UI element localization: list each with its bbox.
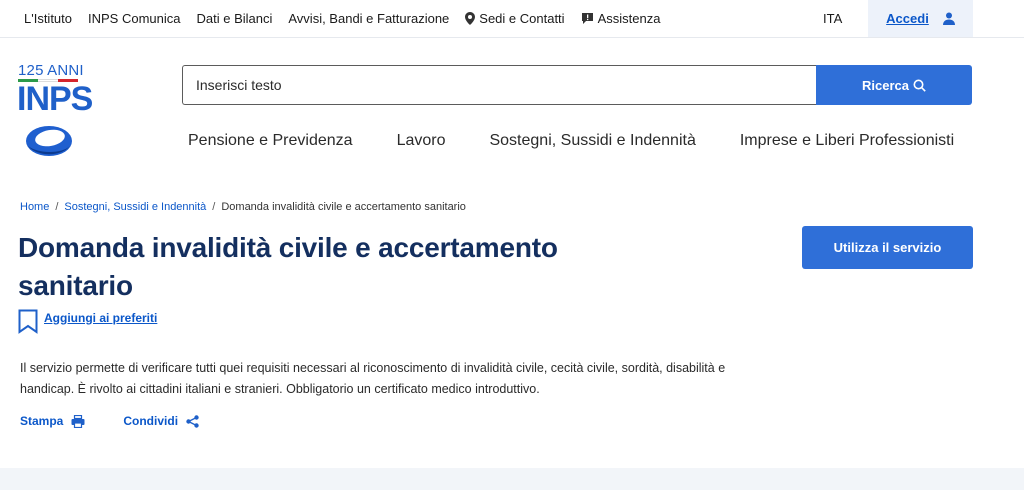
- print-label: Stampa: [20, 414, 64, 428]
- utility-links: L'Istituto INPS Comunica Dati e Bilanci …: [24, 0, 660, 37]
- breadcrumb-separator: /: [212, 201, 216, 213]
- site-search: Inserisci testo Ricerca: [182, 65, 972, 105]
- logo-brand: INPS: [17, 80, 93, 118]
- nav-item-sostegni[interactable]: Sostegni, Sussidi e Indennità: [489, 132, 695, 154]
- logo-ring-icon: [26, 126, 72, 156]
- use-service-label: Utilizza il servizio: [833, 240, 942, 255]
- chat-icon: [581, 13, 593, 24]
- page-actions: Stampa Condividi: [20, 414, 199, 428]
- language-label: ITA: [823, 11, 843, 26]
- utility-link-label: Dati e Bilanci: [196, 11, 273, 26]
- breadcrumb-sostegni[interactable]: Sostegni, Sussidi e Indennità: [64, 201, 206, 213]
- search-placeholder: Inserisci testo: [196, 77, 282, 93]
- share-label: Condividi: [123, 414, 179, 428]
- use-service-button[interactable]: Utilizza il servizio: [802, 226, 973, 269]
- nav-item-lavoro[interactable]: Lavoro: [397, 132, 446, 154]
- nav-item-imprese[interactable]: Imprese e Liberi Professionisti: [740, 132, 954, 154]
- service-description: Il servizio permette di verificare tutti…: [20, 361, 726, 396]
- share-button[interactable]: Condividi: [123, 414, 199, 428]
- utility-link-avvisi[interactable]: Avvisi, Bandi e Fatturazione: [288, 11, 449, 26]
- top-utility-bar: L'Istituto INPS Comunica Dati e Bilanci …: [0, 0, 1024, 38]
- map-pin-icon: [465, 12, 476, 25]
- breadcrumb-home[interactable]: Home: [20, 201, 49, 213]
- utility-link-sedi-contatti[interactable]: Sedi e Contatti: [465, 11, 565, 26]
- nav-item-pensione[interactable]: Pensione e Previdenza: [188, 132, 353, 154]
- inps-logo[interactable]: 125 ANNI INPS: [17, 62, 93, 158]
- user-icon: [942, 12, 955, 25]
- search-button-label: Ricerca: [862, 77, 909, 93]
- main-navigation: Pensione e Previdenza Lavoro Sostegni, S…: [188, 132, 954, 154]
- bookmark-icon: [18, 309, 38, 334]
- share-icon: [186, 414, 199, 428]
- login-label: Accedi: [886, 11, 929, 26]
- add-favorite-label: Aggiungi ai preferiti: [44, 310, 158, 325]
- utility-link-label: Assistenza: [597, 11, 661, 26]
- print-icon: [71, 414, 85, 428]
- breadcrumb-separator: /: [55, 201, 59, 213]
- login-button[interactable]: Accedi: [868, 0, 973, 37]
- utility-link-label: Sedi e Contatti: [479, 11, 565, 26]
- section-band: [0, 468, 1024, 490]
- search-input[interactable]: Inserisci testo: [182, 65, 816, 105]
- utility-link-istituto[interactable]: L'Istituto: [24, 11, 72, 26]
- search-button[interactable]: Ricerca: [816, 65, 972, 105]
- utility-link-label: Avvisi, Bandi e Fatturazione: [288, 11, 450, 26]
- utility-link-label: L'Istituto: [24, 11, 73, 26]
- utility-link-assistenza[interactable]: Assistenza: [581, 11, 661, 26]
- print-button[interactable]: Stampa: [20, 414, 85, 428]
- add-favorite-link[interactable]: Aggiungi ai preferiti: [18, 309, 157, 334]
- breadcrumb-current: Domanda invalidità civile e accertamento…: [221, 201, 466, 213]
- utility-link-dati-bilanci[interactable]: Dati e Bilanci: [197, 11, 273, 26]
- search-icon: [913, 79, 926, 92]
- page-title: Domanda invalidità civile e accertamento…: [18, 232, 558, 301]
- utility-link-inps-comunica[interactable]: INPS Comunica: [88, 11, 180, 26]
- language-selector[interactable]: ITA: [823, 0, 842, 37]
- utility-link-label: INPS Comunica: [88, 11, 181, 26]
- breadcrumb: Home / Sostegni, Sussidi e Indennità / D…: [20, 201, 466, 213]
- logo-anniversary: 125 ANNI: [18, 62, 84, 79]
